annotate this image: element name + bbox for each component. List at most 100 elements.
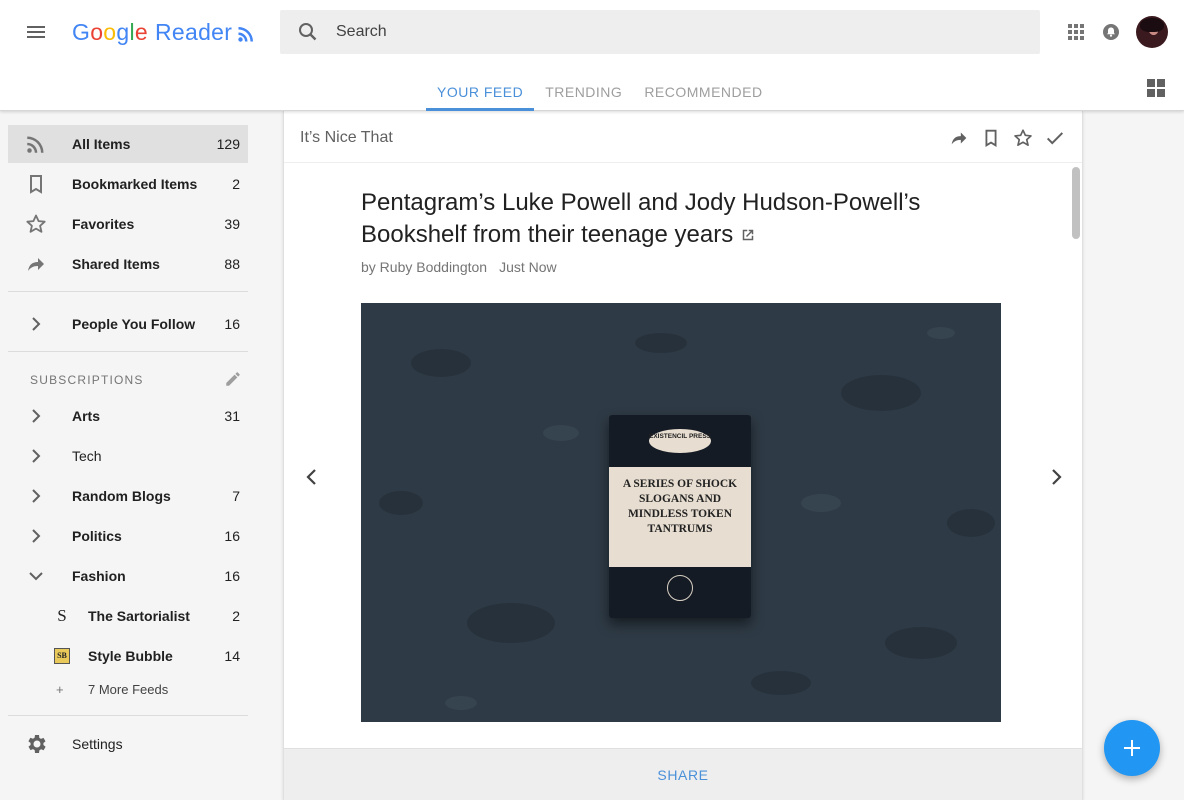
share-button[interactable]: SHARE bbox=[284, 749, 1082, 800]
chevron-down-icon[interactable] bbox=[24, 564, 48, 588]
menu-icon[interactable] bbox=[24, 20, 48, 44]
sidebar-item-count: 129 bbox=[216, 136, 240, 152]
sidebar-folder-tech[interactable]: Tech bbox=[8, 437, 248, 475]
sidebar-divider bbox=[8, 291, 248, 292]
rss-icon bbox=[24, 132, 48, 156]
sartorialist-favicon-icon: S bbox=[57, 606, 67, 625]
add-subscription-button[interactable] bbox=[1104, 720, 1160, 776]
sidebar-item-bookmarked[interactable]: Bookmarked Items 2 bbox=[8, 165, 248, 203]
sidebar-feed-the-sartorialist[interactable]: S The Sartorialist 2 bbox=[8, 597, 248, 635]
user-avatar[interactable] bbox=[1136, 16, 1168, 48]
view-grid-icon[interactable] bbox=[1146, 78, 1166, 98]
logo-reader-text: Reader bbox=[155, 18, 233, 45]
folder-label: Politics bbox=[72, 528, 122, 544]
sidebar-item-label: Bookmarked Items bbox=[72, 176, 198, 192]
feed-label: The Sartorialist bbox=[88, 608, 190, 624]
rss-logo-icon bbox=[238, 21, 254, 48]
star-icon bbox=[24, 212, 48, 236]
chevron-right-icon[interactable] bbox=[24, 524, 48, 548]
sidebar-divider bbox=[8, 351, 248, 352]
book-logo-icon bbox=[667, 575, 693, 601]
bookmark-icon bbox=[24, 172, 48, 196]
settings-label: Settings bbox=[72, 736, 123, 752]
article-card-header: It’s Nice That bbox=[284, 111, 1082, 163]
app-header: Google Reader YOUR FEED TRENDING RECOMME… bbox=[0, 0, 1184, 111]
sidebar-divider bbox=[8, 715, 248, 716]
book-cover: EXISTENCIL PRESS A SERIES OF SHOCK SLOGA… bbox=[609, 415, 751, 618]
share-icon bbox=[24, 252, 48, 276]
plus-icon: + bbox=[56, 682, 64, 697]
previous-arrow-icon[interactable] bbox=[300, 465, 324, 489]
style-bubble-favicon-icon: SB bbox=[50, 644, 74, 668]
folder-count: 16 bbox=[224, 568, 240, 584]
folder-label: Fashion bbox=[72, 568, 126, 584]
folder-count: 16 bbox=[224, 528, 240, 544]
chevron-right-icon[interactable] bbox=[24, 444, 48, 468]
share-icon[interactable] bbox=[948, 127, 970, 149]
sidebar-item-shared[interactable]: Shared Items 88 bbox=[8, 245, 248, 283]
article-author[interactable]: by Ruby Boddington bbox=[361, 259, 487, 275]
article-hero-image: EXISTENCIL PRESS A SERIES OF SHOCK SLOGA… bbox=[361, 303, 1001, 722]
edit-pencil-icon[interactable] bbox=[224, 370, 242, 388]
sidebar-item-all-items[interactable]: All Items 129 bbox=[8, 125, 248, 163]
apps-grid-icon[interactable] bbox=[1064, 20, 1088, 44]
gear-icon bbox=[24, 732, 48, 756]
check-icon[interactable] bbox=[1044, 127, 1066, 149]
feed-count: 2 bbox=[232, 608, 240, 624]
sidebar-folder-arts[interactable]: Arts 31 bbox=[8, 397, 248, 435]
sidebar-item-people-you-follow[interactable]: People You Follow 16 bbox=[8, 305, 248, 343]
sidebar-feed-style-bubble[interactable]: SB Style Bubble 14 bbox=[8, 637, 248, 675]
google-reader-logo[interactable]: Google Reader bbox=[72, 17, 254, 47]
folder-label: Tech bbox=[72, 448, 102, 464]
article-card-footer: SHARE bbox=[284, 748, 1082, 800]
book-title-band: A SERIES OF SHOCK SLOGANS AND MINDLESS T… bbox=[609, 467, 751, 567]
article-byline: by Ruby Boddington Just Now bbox=[361, 259, 557, 275]
folder-label: Random Blogs bbox=[72, 488, 171, 504]
tab-recommended[interactable]: RECOMMENDED bbox=[633, 70, 773, 111]
bookmark-icon[interactable] bbox=[980, 127, 1002, 149]
sidebar-folder-fashion[interactable]: Fashion 16 bbox=[8, 557, 248, 595]
chevron-right-icon[interactable] bbox=[24, 484, 48, 508]
more-feeds-link[interactable]: + 7 More Feeds bbox=[8, 682, 248, 702]
style-bubble-favicon-text: SB bbox=[54, 648, 70, 664]
tab-trending[interactable]: TRENDING bbox=[534, 70, 633, 111]
sidebar-folder-random-blogs[interactable]: Random Blogs 7 bbox=[8, 477, 248, 515]
sidebar-item-count: 16 bbox=[224, 316, 240, 332]
logo-letter: e bbox=[134, 18, 148, 45]
chevron-right-icon[interactable] bbox=[24, 312, 48, 336]
next-arrow-icon[interactable] bbox=[1044, 465, 1068, 489]
logo-letter: o bbox=[103, 18, 117, 45]
external-link-icon[interactable] bbox=[739, 221, 757, 241]
logo-letter: o bbox=[90, 18, 104, 45]
search-bar bbox=[280, 10, 1040, 54]
sidebar-item-favorites[interactable]: Favorites 39 bbox=[8, 205, 248, 243]
sidebar-item-settings[interactable]: Settings bbox=[8, 725, 248, 763]
subscriptions-header: SUBSCRIPTIONS bbox=[30, 373, 144, 387]
sidebar-item-count: 39 bbox=[224, 216, 240, 232]
book-title-text: A SERIES OF SHOCK SLOGANS AND MINDLESS T… bbox=[622, 478, 738, 535]
sidebar-item-label: People You Follow bbox=[72, 316, 196, 332]
feed-tabs: YOUR FEED TRENDING RECOMMENDED bbox=[426, 70, 774, 111]
sidebar-folder-politics[interactable]: Politics 16 bbox=[8, 517, 248, 555]
logo-letter: G bbox=[72, 18, 91, 45]
feed-label: Style Bubble bbox=[88, 648, 173, 664]
book-publisher: EXISTENCIL PRESS bbox=[649, 429, 711, 453]
more-feeds-label: 7 More Feeds bbox=[88, 682, 169, 697]
article-title[interactable]: Pentagram’s Luke Powell and Jody Hudson-… bbox=[361, 187, 961, 251]
search-icon[interactable] bbox=[296, 20, 320, 44]
search-input[interactable] bbox=[336, 23, 936, 41]
logo-google-letters: Google bbox=[72, 19, 148, 46]
article-source[interactable]: It’s Nice That bbox=[300, 129, 393, 147]
sidebar-item-label: All Items bbox=[72, 136, 131, 152]
notifications-icon[interactable] bbox=[1101, 22, 1121, 42]
folder-count: 7 bbox=[232, 488, 240, 504]
scrollbar-thumb[interactable] bbox=[1072, 167, 1080, 239]
tab-your-feed[interactable]: YOUR FEED bbox=[426, 70, 535, 111]
sidebar: All Items 129 Bookmarked Items 2 Favorit… bbox=[0, 111, 282, 800]
star-icon[interactable] bbox=[1012, 127, 1034, 149]
chevron-right-icon[interactable] bbox=[24, 404, 48, 428]
article-card: It’s Nice That Pentagram’s Luke Powell a… bbox=[283, 111, 1083, 800]
folder-count: 31 bbox=[224, 408, 240, 424]
sidebar-item-count: 88 bbox=[224, 256, 240, 272]
feed-count: 14 bbox=[224, 648, 240, 664]
